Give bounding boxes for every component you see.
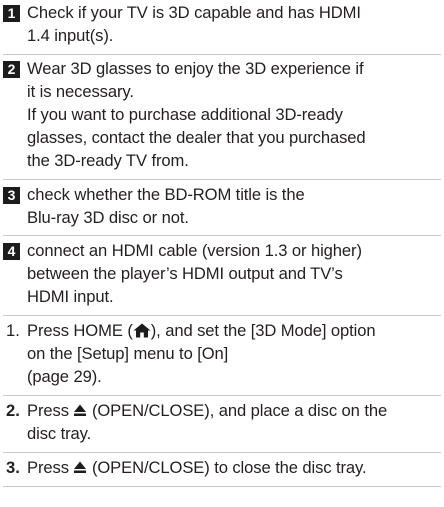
check-text-line: If you want to purchase additional 3D-re… xyxy=(27,105,343,124)
check-number-badge: 4 xyxy=(3,243,20,260)
divider xyxy=(3,315,441,316)
eject-icon xyxy=(73,460,87,474)
divider xyxy=(3,486,441,487)
check-text-line: Check if your TV is 3D capable and has H… xyxy=(27,3,361,22)
check-text-line: 1.4 input(s). xyxy=(27,26,114,45)
check-number-badge: 2 xyxy=(3,61,20,78)
step-text-fragment: ), and set the [3D Mode] option xyxy=(150,321,376,340)
divider xyxy=(3,452,441,453)
check-text-line: glasses, contact the dealer that you pur… xyxy=(27,128,366,147)
step-text-line: (page 29). xyxy=(27,367,102,386)
step-text-fragment: Press xyxy=(27,458,74,477)
check-number-badge: 3 xyxy=(3,187,20,204)
step-text-line: Press HOME ( ), and set the [3D Mode] opt… xyxy=(27,320,376,342)
step-number: 1. xyxy=(6,321,20,340)
check-text-line: the 3D-ready TV from. xyxy=(27,151,189,170)
eject-icon xyxy=(73,403,87,417)
check-text-line: Blu-ray 3D disc or not. xyxy=(27,208,189,227)
check-number-badge: 1 xyxy=(3,5,20,22)
step-text-line: disc tray. xyxy=(27,424,92,443)
divider xyxy=(3,179,441,180)
step-number: 3. xyxy=(6,458,20,477)
step-number: 2. xyxy=(6,401,20,420)
home-icon xyxy=(133,323,151,338)
check-text-line: between the player’s HDMI output and TV’… xyxy=(27,264,343,283)
check-text-line: connect an HDMI cable (version 1.3 or hi… xyxy=(27,241,362,260)
check-text-line: Wear 3D glasses to enjoy the 3D experien… xyxy=(27,59,364,78)
divider xyxy=(3,54,441,55)
check-text-line: HDMI input. xyxy=(27,287,114,306)
divider xyxy=(3,235,441,236)
manual-page: 1 Check if your TV is 3D capable and has… xyxy=(0,0,444,507)
step-text-line: Press (OPEN/CLOSE), and place a disc on … xyxy=(27,400,387,422)
check-text-line: it is necessary. xyxy=(27,82,134,101)
step-text-fragment: (OPEN/CLOSE), and place a disc on the xyxy=(87,401,388,420)
step-text-line: Press (OPEN/CLOSE) to close the disc tra… xyxy=(27,457,367,479)
step-text-fragment: (OPEN/CLOSE) to close the disc tray. xyxy=(87,458,367,477)
divider xyxy=(3,395,441,396)
check-text-line: check whether the BD-ROM title is the xyxy=(27,185,305,204)
step-text-fragment: Press HOME ( xyxy=(27,321,133,340)
step-text-line: on the [Setup] menu to [On] xyxy=(27,344,229,363)
step-text-fragment: Press xyxy=(27,401,74,420)
